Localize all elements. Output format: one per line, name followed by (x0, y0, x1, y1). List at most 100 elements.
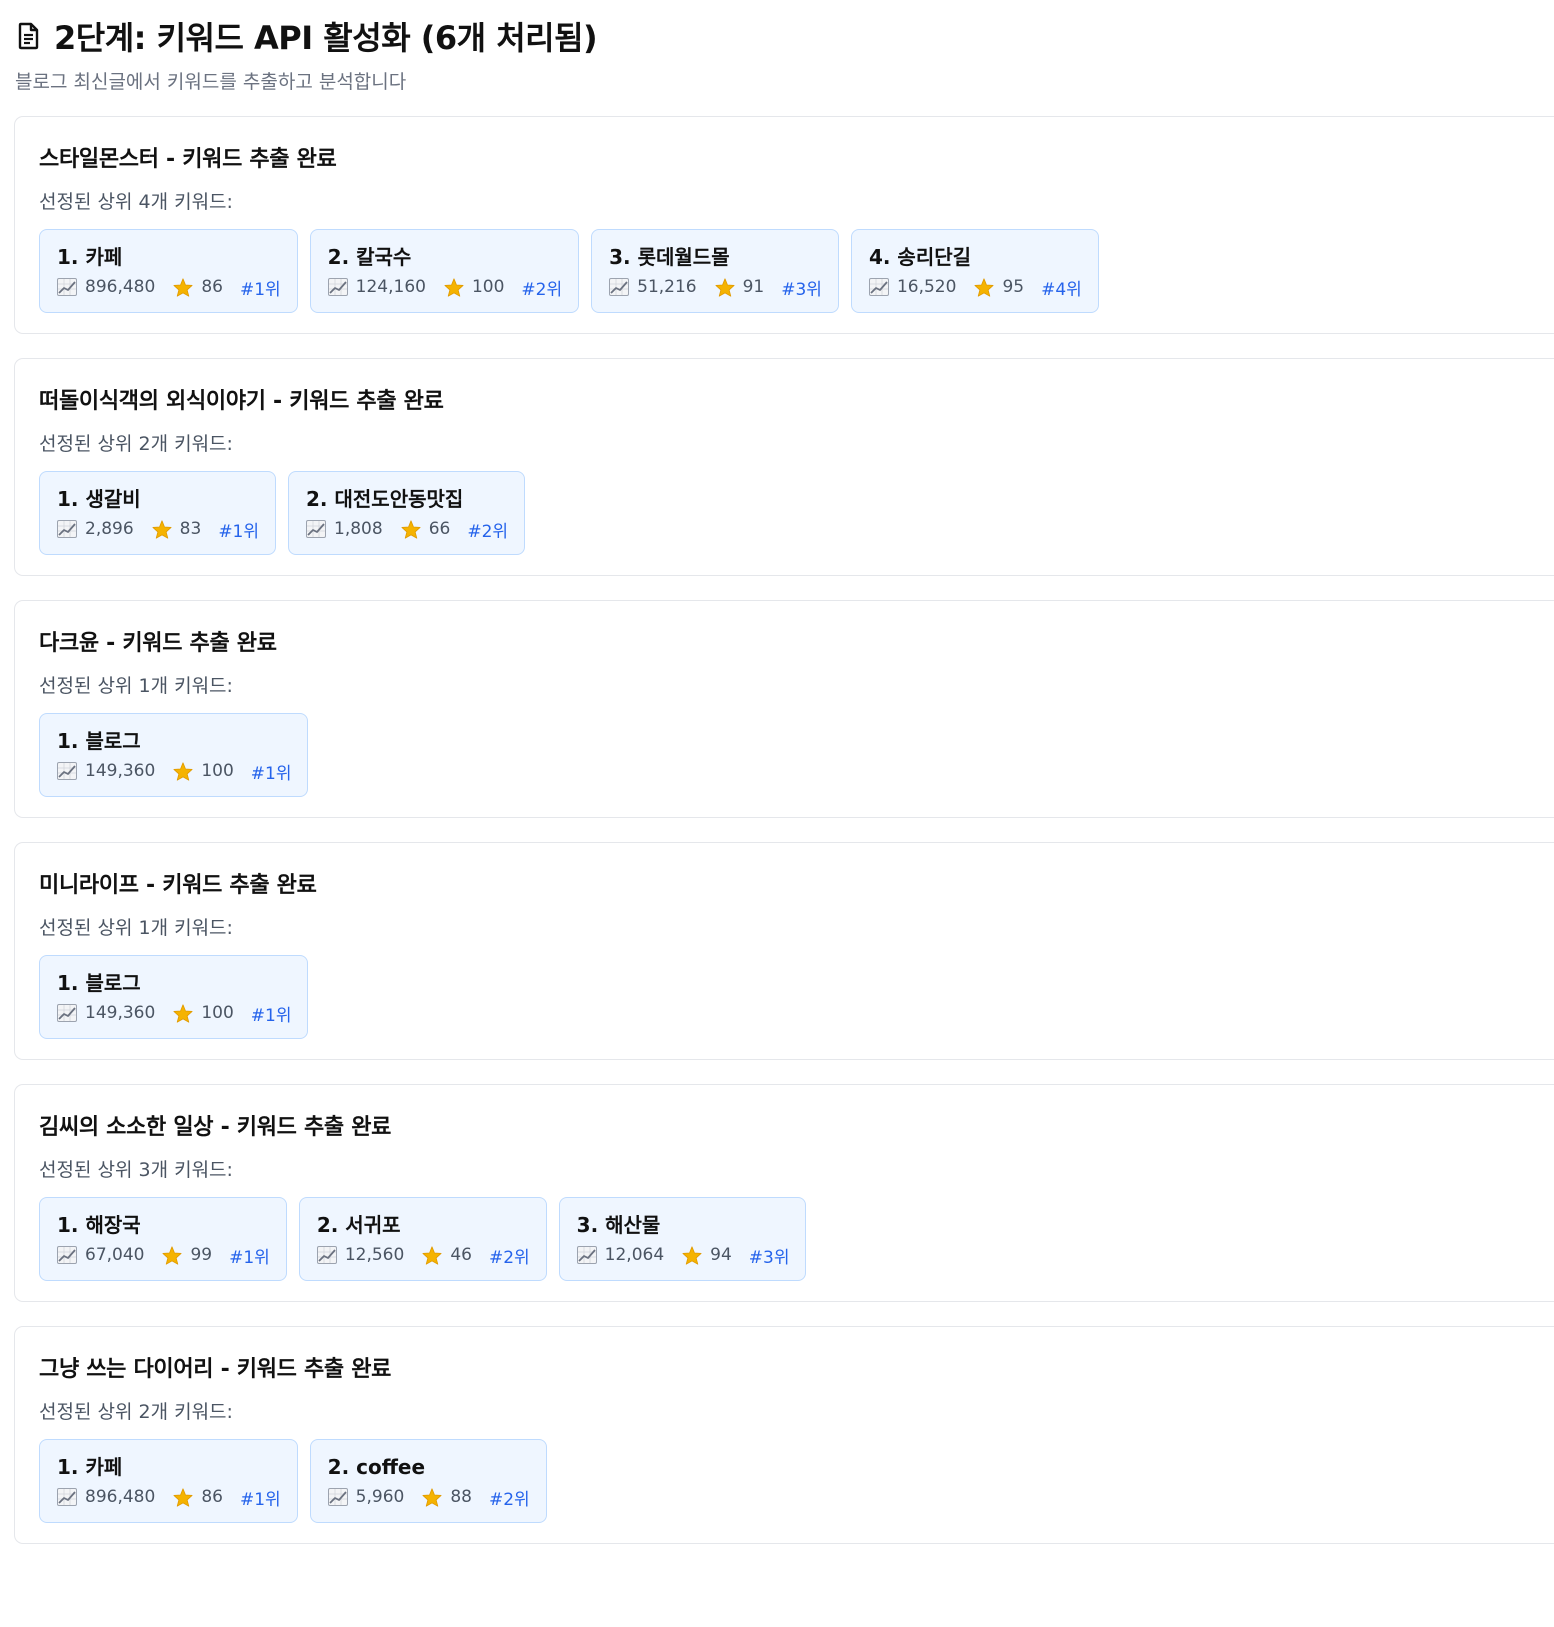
keyword-stats: 12,064 94 #3위 (576, 1243, 789, 1268)
keyword-name: 2. 서귀포 (316, 1213, 401, 1237)
chart-increasing-icon (868, 278, 889, 296)
star-icon (422, 1245, 442, 1265)
keyword-rank: #2위 (521, 279, 563, 300)
chart-increasing-icon (576, 1246, 597, 1264)
keyword-card[interactable]: 3. 해산물 12,064 94 #3위 (558, 1197, 807, 1281)
chart-increasing-icon (57, 1004, 77, 1022)
keyword-score: 66 (428, 519, 451, 539)
keyword-card[interactable]: 1. 카페 896,480 86 #1위 (39, 1439, 298, 1523)
keyword-name: 3. 해산물 (576, 1213, 661, 1237)
keyword-card[interactable]: 3. 롯데월드몰 51,216 91 #3위 (591, 229, 839, 313)
keyword-rank: #2위 (488, 1489, 530, 1510)
keyword-card[interactable]: 1. 블로그 149,360 100 #1위 (39, 955, 309, 1039)
star-icon (173, 1487, 193, 1507)
keyword-card[interactable]: 2. 대전도안동맛집 1,808 66 #2위 (288, 471, 526, 555)
section-title: 다크윤 - 키워드 추출 완료 (39, 631, 277, 656)
page-root: 2단계: 키워드 API 활성화 (6개 처리됨) 블로그 최신글에서 키워드를… (0, 0, 1554, 1627)
keyword-stats: 12,560 46 #2위 (316, 1243, 530, 1268)
keyword-volume: 896,480 (85, 1487, 156, 1507)
keyword-list: 1. 카페 896,480 86 #1위 2. coffee 5,960 88 … (39, 1439, 1554, 1523)
keyword-name: 1. 생갈비 (57, 487, 141, 511)
keyword-name: 3. 롯데월드몰 (609, 245, 730, 269)
keyword-rank: #1위 (250, 1005, 292, 1026)
keyword-stats: 124,160 100 #2위 (327, 275, 563, 300)
section-title: 그냥 쓰는 다이어리 - 키워드 추출 완료 (39, 1357, 392, 1382)
star-icon (173, 1003, 193, 1023)
keyword-card[interactable]: 1. 생갈비 2,896 83 #1위 (39, 471, 277, 555)
chart-increasing-icon (316, 1246, 337, 1264)
blog-section: 다크윤 - 키워드 추출 완료 선정된 상위 1개 키워드: 1. 블로그 14… (14, 600, 1554, 818)
keyword-list: 1. 블로그 149,360 100 #1위 (39, 955, 1554, 1039)
page-subtitle: 블로그 최신글에서 키워드를 추출하고 분석합니다 (15, 71, 407, 93)
section-list: 스타일몬스터 - 키워드 추출 완료 선정된 상위 4개 키워드: 1. 카페 … (14, 116, 1554, 1544)
keyword-list: 1. 해장국 67,040 99 #1위 2. 서귀포 12,560 46 #2… (39, 1197, 1554, 1281)
keyword-score: 95 (1002, 277, 1025, 297)
keyword-rank: #1위 (218, 521, 260, 542)
section-title: 떠돌이식객의 외식이야기 - 키워드 추출 완료 (39, 389, 444, 414)
keyword-stats: 149,360 100 #1위 (57, 759, 292, 784)
page-header: 2단계: 키워드 API 활성화 (6개 처리됨) (14, 15, 1554, 57)
keyword-stats: 896,480 86 #1위 (57, 275, 281, 300)
star-icon (152, 519, 172, 539)
keyword-stats: 149,360 100 #1위 (57, 1001, 292, 1026)
star-icon (173, 761, 193, 781)
page-title: 2단계: 키워드 API 활성화 (6개 처리됨) (54, 19, 598, 57)
keyword-name: 1. 카페 (57, 245, 123, 269)
star-icon (444, 277, 464, 297)
section-label: 선정된 상위 2개 키워드: (39, 433, 233, 455)
document-icon (18, 22, 39, 50)
keyword-name: 1. 블로그 (57, 729, 141, 753)
keyword-score: 46 (450, 1245, 472, 1265)
keyword-stats: 67,040 99 #1위 (57, 1243, 270, 1268)
keyword-card[interactable]: 2. 칼국수 124,160 100 #2위 (309, 229, 580, 313)
keyword-card[interactable]: 1. 카페 896,480 86 #1위 (39, 229, 298, 313)
chart-increasing-icon (57, 1488, 77, 1506)
keyword-score: 99 (190, 1245, 213, 1265)
keyword-card[interactable]: 1. 해장국 67,040 99 #1위 (39, 1197, 287, 1281)
keyword-volume: 5,960 (355, 1487, 405, 1507)
keyword-stats: 16,520 95 #4위 (868, 275, 1082, 300)
section-label: 선정된 상위 4개 키워드: (39, 191, 233, 213)
keyword-stats: 5,960 88 #2위 (327, 1485, 530, 1510)
keyword-name: 1. 해장국 (57, 1213, 141, 1237)
keyword-score: 86 (201, 1487, 223, 1507)
keyword-stats: 2,896 83 #1위 (57, 517, 260, 542)
keyword-volume: 149,360 (85, 1003, 156, 1023)
keyword-volume: 149,360 (85, 761, 156, 781)
section-label: 선정된 상위 1개 키워드: (39, 675, 233, 697)
section-label: 선정된 상위 2개 키워드: (39, 1401, 233, 1423)
keyword-score: 100 (201, 761, 234, 781)
keyword-card[interactable]: 2. 서귀포 12,560 46 #2위 (298, 1197, 547, 1281)
keyword-volume: 51,216 (637, 277, 697, 297)
keyword-card[interactable]: 4. 송리단길 16,520 95 #4위 (850, 229, 1099, 313)
keyword-rank: #4위 (1041, 279, 1082, 300)
star-icon (422, 1487, 442, 1507)
keyword-name: 1. 카페 (57, 1455, 123, 1479)
keyword-score: 100 (471, 277, 505, 297)
keyword-rank: #1위 (239, 279, 281, 300)
keyword-stats: 1,808 66 #2위 (306, 517, 508, 542)
section-title: 김씨의 소소한 일상 - 키워드 추출 완료 (39, 1115, 392, 1140)
blog-section: 김씨의 소소한 일상 - 키워드 추출 완료 선정된 상위 3개 키워드: 1.… (14, 1084, 1554, 1302)
chart-increasing-icon (327, 1488, 348, 1506)
keyword-volume: 67,040 (85, 1245, 145, 1265)
star-icon (162, 1245, 182, 1265)
section-label: 선정된 상위 3개 키워드: (39, 1159, 233, 1181)
star-icon (974, 277, 994, 297)
blog-section: 미니라이프 - 키워드 추출 완료 선정된 상위 1개 키워드: 1. 블로그 … (14, 842, 1554, 1060)
star-icon (682, 1245, 702, 1265)
section-title: 미니라이프 - 키워드 추출 완료 (39, 873, 317, 898)
keyword-card[interactable]: 1. 블로그 149,360 100 #1위 (39, 713, 309, 797)
chart-increasing-icon (57, 520, 77, 538)
blog-section: 그냥 쓰는 다이어리 - 키워드 추출 완료 선정된 상위 2개 키워드: 1.… (14, 1326, 1554, 1544)
keyword-rank: #1위 (250, 763, 292, 784)
keyword-volume: 12,560 (344, 1245, 405, 1265)
keyword-card[interactable]: 2. coffee 5,960 88 #2위 (309, 1439, 547, 1523)
star-icon (715, 277, 735, 297)
keyword-score: 94 (710, 1245, 732, 1265)
keyword-stats: 51,216 91 #3위 (609, 275, 822, 300)
keyword-name: 1. 블로그 (57, 971, 141, 995)
star-icon (173, 277, 193, 297)
chart-increasing-icon (327, 278, 348, 296)
chart-increasing-icon (609, 278, 630, 296)
